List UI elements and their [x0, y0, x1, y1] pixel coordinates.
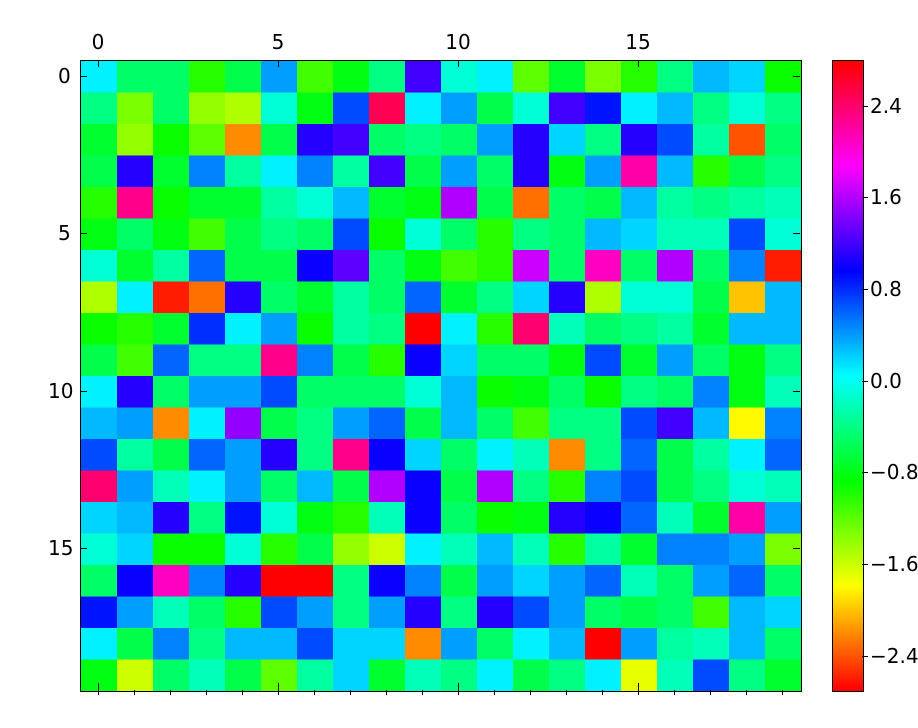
- x-tick-10: 10: [445, 30, 470, 54]
- x-tick-5: 5: [272, 30, 285, 54]
- cb-tick-1.6: 1.6: [870, 185, 902, 209]
- y-tick-5: 5: [58, 221, 70, 245]
- heatmap-plot-area: 0 5 10 15 0 5 10 15: [80, 60, 800, 690]
- cb-tick-0.0: 0.0: [870, 369, 902, 393]
- colorbar-canvas: [833, 61, 863, 691]
- x-tick-0: 0: [92, 30, 105, 54]
- colorbar: [832, 60, 864, 692]
- cb-tick--2.4: −2.4: [870, 644, 918, 668]
- y-tick-15: 15: [48, 536, 72, 560]
- y-tick-0: 0: [58, 64, 70, 88]
- cb-tick-2.4: 2.4: [870, 94, 902, 118]
- cb-tick--0.8: −0.8: [870, 460, 918, 484]
- heatmap-canvas: [80, 60, 802, 692]
- y-tick-10: 10: [48, 379, 72, 403]
- cb-tick-0.8: 0.8: [870, 277, 902, 301]
- cb-tick--1.6: −1.6: [870, 552, 918, 576]
- x-tick-15: 15: [625, 30, 650, 54]
